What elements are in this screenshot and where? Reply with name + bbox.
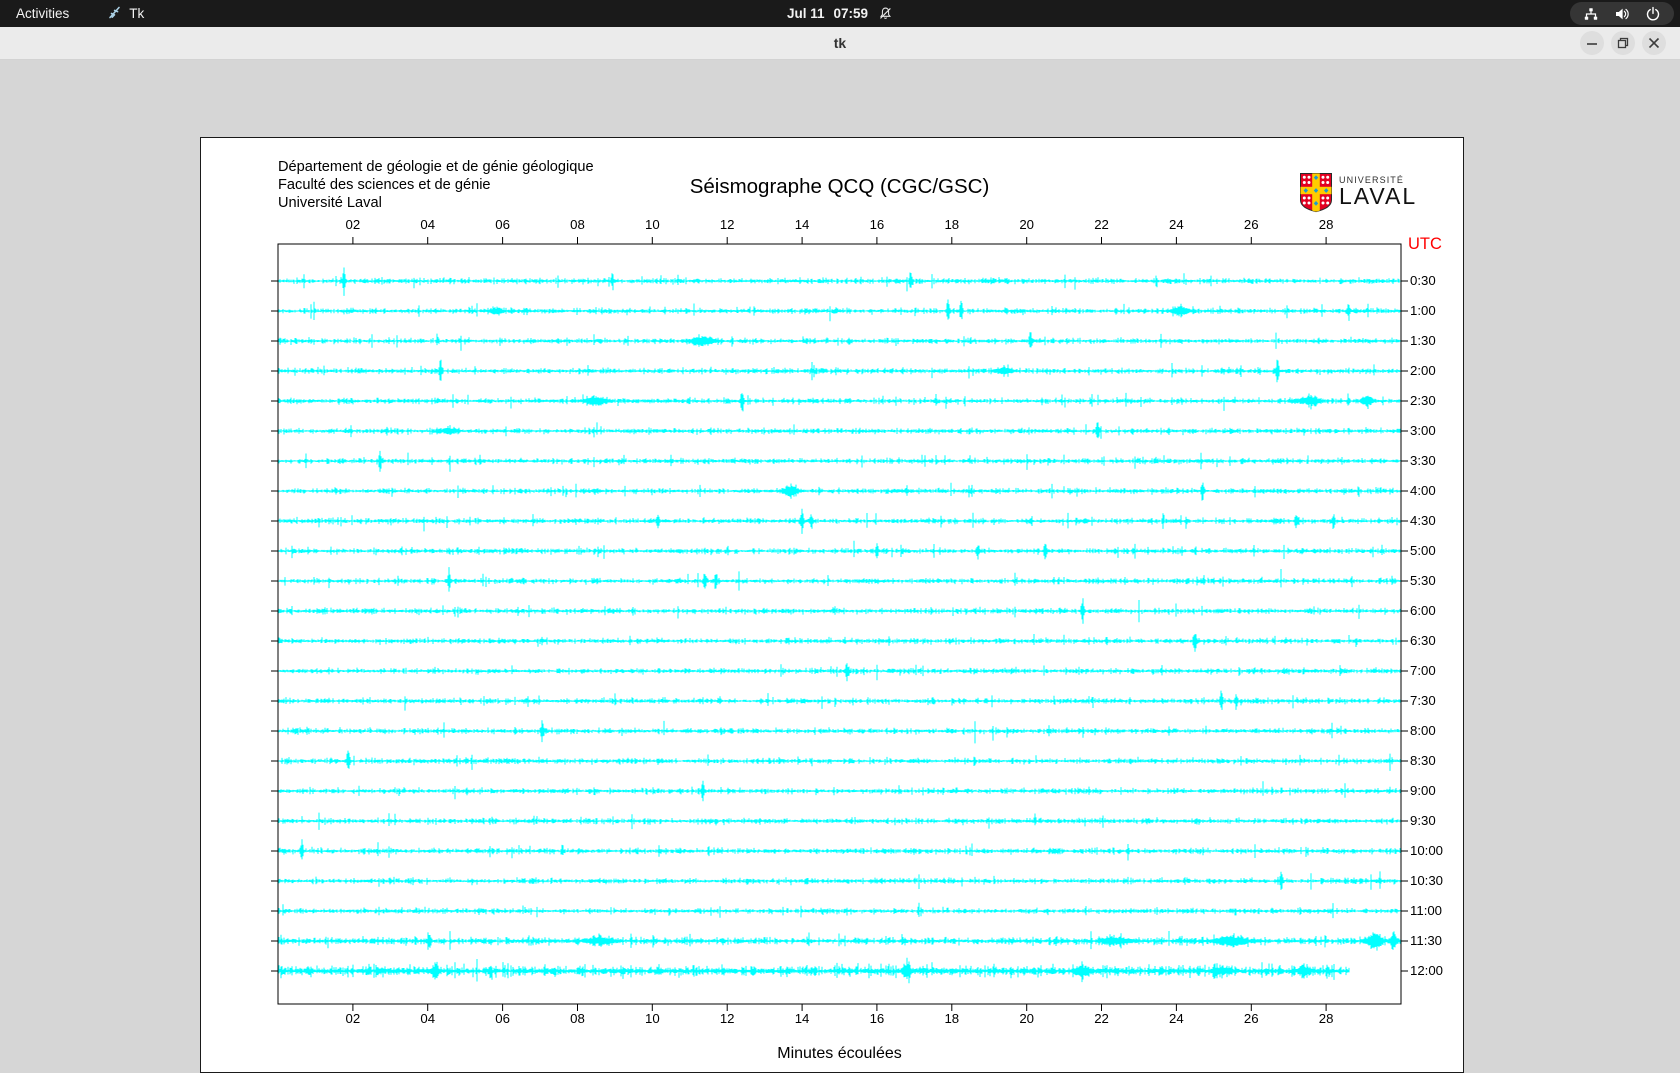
x-tick-label-top: 16	[869, 217, 885, 232]
x-tick-label-bottom: 14	[794, 1011, 810, 1026]
utc-time-label: 9:00	[1410, 783, 1436, 798]
x-tick-label-bottom: 16	[869, 1011, 885, 1026]
utc-time-label: 1:00	[1410, 303, 1436, 318]
utc-time-label: 6:00	[1410, 603, 1436, 618]
x-tick-label-bottom: 22	[1094, 1011, 1109, 1026]
x-tick-label-top: 24	[1169, 217, 1184, 232]
x-tick-label-bottom: 02	[345, 1011, 361, 1026]
utc-time-label: 11:30	[1410, 933, 1443, 948]
utc-time-label: 8:00	[1410, 723, 1436, 738]
clock-date: Jul 11	[786, 6, 825, 21]
utc-time-label: 8:30	[1410, 753, 1436, 768]
close-button[interactable]	[1642, 31, 1666, 55]
x-tick-label-top: 12	[719, 217, 735, 232]
utc-time-label: 11:00	[1410, 903, 1443, 918]
x-tick-label-top: 22	[1094, 217, 1109, 232]
utc-time-label: 4:30	[1410, 513, 1436, 528]
x-tick-label-top: 14	[794, 217, 810, 232]
clock-time: 07:59	[833, 6, 869, 21]
utc-time-label: 3:00	[1410, 423, 1436, 438]
utc-time-label: 2:00	[1410, 363, 1436, 378]
volume-icon	[1614, 6, 1630, 22]
helicorder-plot	[271, 237, 1408, 1011]
utc-time-label: 10:00	[1410, 843, 1444, 858]
utc-time-label: 1:30	[1410, 333, 1436, 348]
utc-time-label: 9:30	[1410, 813, 1436, 828]
utc-time-label: 3:30	[1410, 453, 1436, 468]
utc-time-label: 4:00	[1410, 483, 1436, 498]
minimize-button[interactable]	[1580, 31, 1604, 55]
x-tick-label-bottom: 20	[1019, 1011, 1034, 1026]
clock-button[interactable]: Jul 11 07:59	[787, 6, 868, 21]
utc-time-label: 2:30	[1410, 393, 1436, 408]
utc-time-label: 7:00	[1410, 663, 1436, 678]
x-tick-label-top: 08	[570, 217, 585, 232]
tk-window-content: Département de géologie et de génie géol…	[0, 60, 1680, 1073]
utc-time-label: 7:30	[1410, 693, 1436, 708]
x-tick-label-top: 10	[644, 217, 660, 232]
x-tick-label-bottom: 10	[644, 1011, 660, 1026]
notifications-muted-icon	[878, 6, 893, 21]
x-tick-label-bottom: 24	[1169, 1011, 1184, 1026]
system-tray[interactable]	[1570, 2, 1674, 25]
utc-time-label: 5:00	[1410, 543, 1436, 558]
power-icon	[1645, 6, 1661, 22]
x-tick-label-bottom: 18	[944, 1011, 960, 1026]
x-tick-label-top: 02	[345, 217, 361, 232]
x-tick-label-top: 28	[1318, 217, 1334, 232]
x-tick-label-top: 18	[944, 217, 960, 232]
x-tick-label-bottom: 06	[495, 1011, 510, 1026]
x-tick-label-bottom: 28	[1318, 1011, 1334, 1026]
x-tick-label-top: 06	[495, 217, 510, 232]
x-tick-label-top: 26	[1243, 217, 1259, 232]
window-title: tk	[833, 35, 847, 51]
utc-time-label: 6:30	[1410, 633, 1436, 648]
utc-time-label: 5:30	[1410, 573, 1436, 588]
utc-time-label: 12:00	[1410, 963, 1444, 978]
window-title-bar: tk	[0, 27, 1680, 60]
gnome-top-bar: Activities Tk Jul 11 07:59	[0, 0, 1680, 27]
network-icon	[1583, 6, 1599, 22]
maximize-button[interactable]	[1611, 31, 1635, 55]
x-tick-label-bottom: 04	[420, 1011, 436, 1026]
x-tick-label-bottom: 12	[719, 1011, 735, 1026]
seismograph-canvas: Département de géologie et de génie géol…	[200, 137, 1464, 1073]
utc-time-label: 10:30	[1410, 873, 1444, 888]
utc-time-label: 0:30	[1410, 273, 1436, 288]
x-tick-label-bottom: 26	[1243, 1011, 1259, 1026]
x-tick-label-top: 20	[1019, 217, 1034, 232]
x-tick-label-bottom: 08	[570, 1011, 585, 1026]
x-tick-label-top: 04	[420, 217, 436, 232]
